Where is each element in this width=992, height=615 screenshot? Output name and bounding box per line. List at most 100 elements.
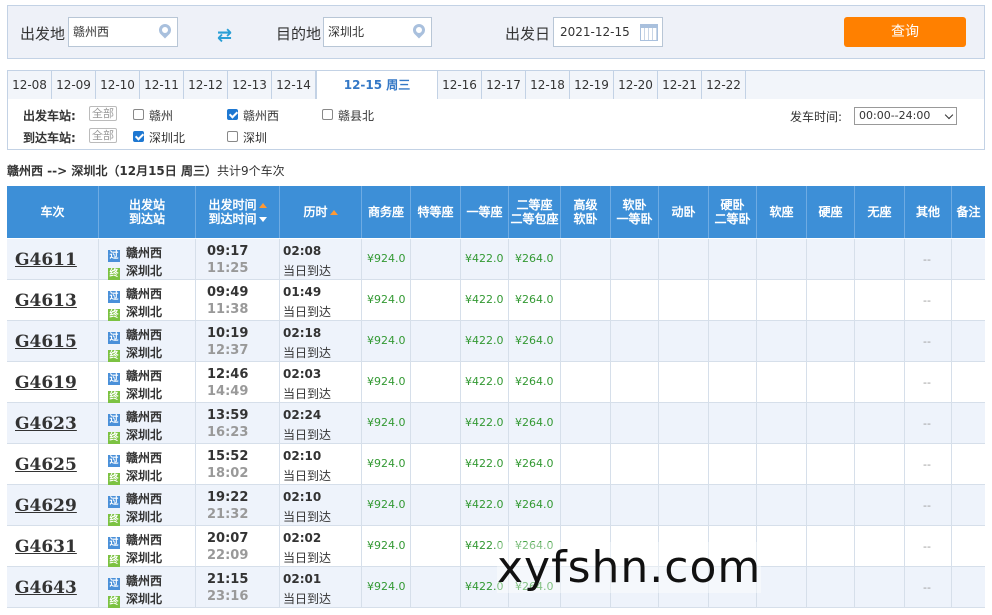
date-tab[interactable]: 12-16 bbox=[438, 71, 482, 99]
checkbox-ganxianbei[interactable] bbox=[322, 109, 333, 120]
table-cell bbox=[709, 362, 757, 402]
second-class-price[interactable]: ¥264.0 bbox=[515, 293, 554, 306]
date-tab[interactable]: 12-19 bbox=[570, 71, 614, 99]
to-all-button[interactable]: 全部 bbox=[89, 128, 117, 143]
location-pin-icon[interactable] bbox=[410, 21, 428, 39]
date-tab[interactable]: 12-22 bbox=[702, 71, 746, 99]
date-tab[interactable]: 12-18 bbox=[526, 71, 570, 99]
business-price[interactable]: ¥924.0 bbox=[367, 375, 406, 388]
table-row[interactable]: G4631 过赣州西终深圳北 20:07 22:09 02:02 当日到达 ¥924.0 ¥4… bbox=[7, 526, 985, 567]
train-number-link[interactable]: G4619 bbox=[15, 373, 77, 393]
table-row[interactable]: G4611 过赣州西终深圳北 09:17 11:25 02:08 当日到达 ¥924.0 ¥4… bbox=[7, 239, 985, 280]
business-price[interactable]: ¥924.0 bbox=[367, 457, 406, 470]
calendar-icon[interactable] bbox=[640, 24, 658, 41]
option-shenzhen[interactable]: 深圳 bbox=[243, 129, 267, 146]
query-button[interactable]: 查询 bbox=[844, 17, 966, 47]
date-tab[interactable]: 12-11 bbox=[140, 71, 184, 99]
date-tab[interactable]: 12-15 周三 bbox=[316, 71, 438, 100]
swap-icon[interactable]: ⇄ bbox=[217, 25, 232, 46]
checkbox-shenzhen[interactable] bbox=[227, 131, 238, 142]
sort-up-icon[interactable] bbox=[329, 210, 338, 215]
depart-station: 过赣州西 bbox=[108, 449, 162, 467]
from-value: 赣州西 bbox=[73, 25, 110, 39]
table-row[interactable]: G4625 过赣州西终深圳北 15:52 18:02 02:10 当日到达 ¥924.0 ¥4… bbox=[7, 444, 985, 485]
date-tab[interactable]: 12-13 bbox=[228, 71, 272, 99]
business-price[interactable]: ¥924.0 bbox=[367, 293, 406, 306]
arrive-station: 终深圳北 bbox=[108, 303, 162, 321]
col-time[interactable]: 出发时间 到达时间 bbox=[196, 186, 280, 238]
date-tab[interactable]: 12-10 bbox=[96, 71, 140, 99]
table-cell bbox=[952, 485, 985, 525]
train-number-link[interactable]: G4611 bbox=[15, 250, 77, 270]
first-class-price[interactable]: ¥422.0 bbox=[465, 252, 504, 265]
first-class-price[interactable]: ¥422.0 bbox=[465, 416, 504, 429]
date-tab[interactable]: 12-12 bbox=[184, 71, 228, 99]
col-train[interactable]: 车次 bbox=[7, 186, 99, 238]
date-tab[interactable]: 12-21 bbox=[658, 71, 702, 99]
col-station-from: 出发站 bbox=[128, 198, 165, 212]
date-tab[interactable]: 12-09 bbox=[52, 71, 96, 99]
date-tab[interactable]: 12-17 bbox=[482, 71, 526, 99]
date-input[interactable]: 2021-12-15 bbox=[553, 17, 663, 47]
first-class-price[interactable]: ¥422.0 bbox=[465, 334, 504, 347]
train-number-link[interactable]: G4615 bbox=[15, 332, 77, 352]
business-price[interactable]: ¥924.0 bbox=[367, 580, 406, 593]
col-duration[interactable]: 历时 bbox=[280, 186, 362, 238]
table-row[interactable]: G4629 过赣州西终深圳北 19:22 21:32 02:10 当日到达 ¥924.0 ¥4… bbox=[7, 485, 985, 526]
depart-time-select[interactable]: 00:00--24:00 bbox=[854, 107, 957, 125]
table-row[interactable]: G4613 过赣州西终深圳北 09:49 11:38 01:49 当日到达 ¥924.0 ¥4… bbox=[7, 280, 985, 321]
table-row[interactable]: G4619 过赣州西终深圳北 12:46 14:49 02:03 当日到达 ¥924.0 ¥4… bbox=[7, 362, 985, 403]
table-row[interactable]: G4623 过赣州西终深圳北 13:59 16:23 02:24 当日到达 ¥924.0 ¥4… bbox=[7, 403, 985, 444]
second-class-price[interactable]: ¥264.0 bbox=[515, 498, 554, 511]
train-number-link[interactable]: G4623 bbox=[15, 414, 77, 434]
location-pin-icon[interactable] bbox=[156, 21, 174, 39]
table-cell bbox=[611, 321, 659, 361]
option-ganxianbei[interactable]: 赣县北 bbox=[338, 107, 374, 124]
train-number-link[interactable]: G4613 bbox=[15, 291, 77, 311]
table-row[interactable]: G4615 过赣州西终深圳北 10:19 12:37 02:18 当日到达 ¥924.0 ¥4… bbox=[7, 321, 985, 362]
table-cell bbox=[659, 444, 709, 484]
business-price[interactable]: ¥924.0 bbox=[367, 334, 406, 347]
col-deluxe-label-1: 高级 bbox=[573, 198, 598, 212]
date-tab[interactable]: 12-20 bbox=[614, 71, 658, 99]
train-number-link[interactable]: G4629 bbox=[15, 496, 77, 516]
train-number-link[interactable]: G4643 bbox=[15, 578, 77, 598]
first-class-price[interactable]: ¥422.0 bbox=[465, 498, 504, 511]
checkbox-shenzhenbei[interactable] bbox=[133, 131, 144, 142]
option-shenzhenbei[interactable]: 深圳北 bbox=[149, 129, 185, 146]
option-ganzhou[interactable]: 赣州 bbox=[149, 107, 173, 124]
second-class-price[interactable]: ¥264.0 bbox=[515, 457, 554, 470]
pass-badge-icon: 过 bbox=[108, 496, 120, 508]
business-price[interactable]: ¥924.0 bbox=[367, 416, 406, 429]
business-price[interactable]: ¥924.0 bbox=[367, 498, 406, 511]
depart-station: 过赣州西 bbox=[108, 408, 162, 426]
business-price[interactable]: ¥924.0 bbox=[367, 539, 406, 552]
date-tab[interactable]: 12-08 bbox=[8, 71, 52, 99]
table-cell bbox=[561, 280, 611, 320]
checkbox-ganzhouxi[interactable] bbox=[227, 109, 238, 120]
train-number-link[interactable]: G4625 bbox=[15, 455, 77, 475]
first-class-price[interactable]: ¥422.0 bbox=[465, 293, 504, 306]
business-price[interactable]: ¥924.0 bbox=[367, 252, 406, 265]
to-input[interactable]: 深圳北 bbox=[323, 17, 432, 47]
col-other-label: 其他 bbox=[915, 205, 940, 219]
table-cell bbox=[855, 444, 905, 484]
first-class-price[interactable]: ¥422.0 bbox=[465, 375, 504, 388]
second-class-price[interactable]: ¥264.0 bbox=[515, 334, 554, 347]
checkbox-ganzhou[interactable] bbox=[133, 109, 144, 120]
from-all-button[interactable]: 全部 bbox=[89, 106, 117, 121]
second-class-price[interactable]: ¥264.0 bbox=[515, 252, 554, 265]
date-tab[interactable]: 12-14 bbox=[272, 71, 316, 99]
second-class-price[interactable]: ¥264.0 bbox=[515, 375, 554, 388]
first-class-price[interactable]: ¥422.0 bbox=[465, 457, 504, 470]
sort-down-icon[interactable] bbox=[258, 217, 267, 222]
train-number-link[interactable]: G4631 bbox=[15, 537, 77, 557]
option-ganzhouxi[interactable]: 赣州西 bbox=[243, 107, 279, 124]
sort-up-icon[interactable] bbox=[258, 203, 267, 208]
arrive-station-name: 深圳北 bbox=[126, 346, 163, 360]
table-cell bbox=[757, 444, 807, 484]
table-row[interactable]: G4643 过赣州西终深圳北 21:15 23:16 02:01 当日到达 ¥924.0 ¥4… bbox=[7, 567, 985, 608]
second-class-price[interactable]: ¥264.0 bbox=[515, 416, 554, 429]
col-hard-label-2: 二等卧 bbox=[714, 212, 751, 226]
from-input[interactable]: 赣州西 bbox=[68, 17, 178, 47]
